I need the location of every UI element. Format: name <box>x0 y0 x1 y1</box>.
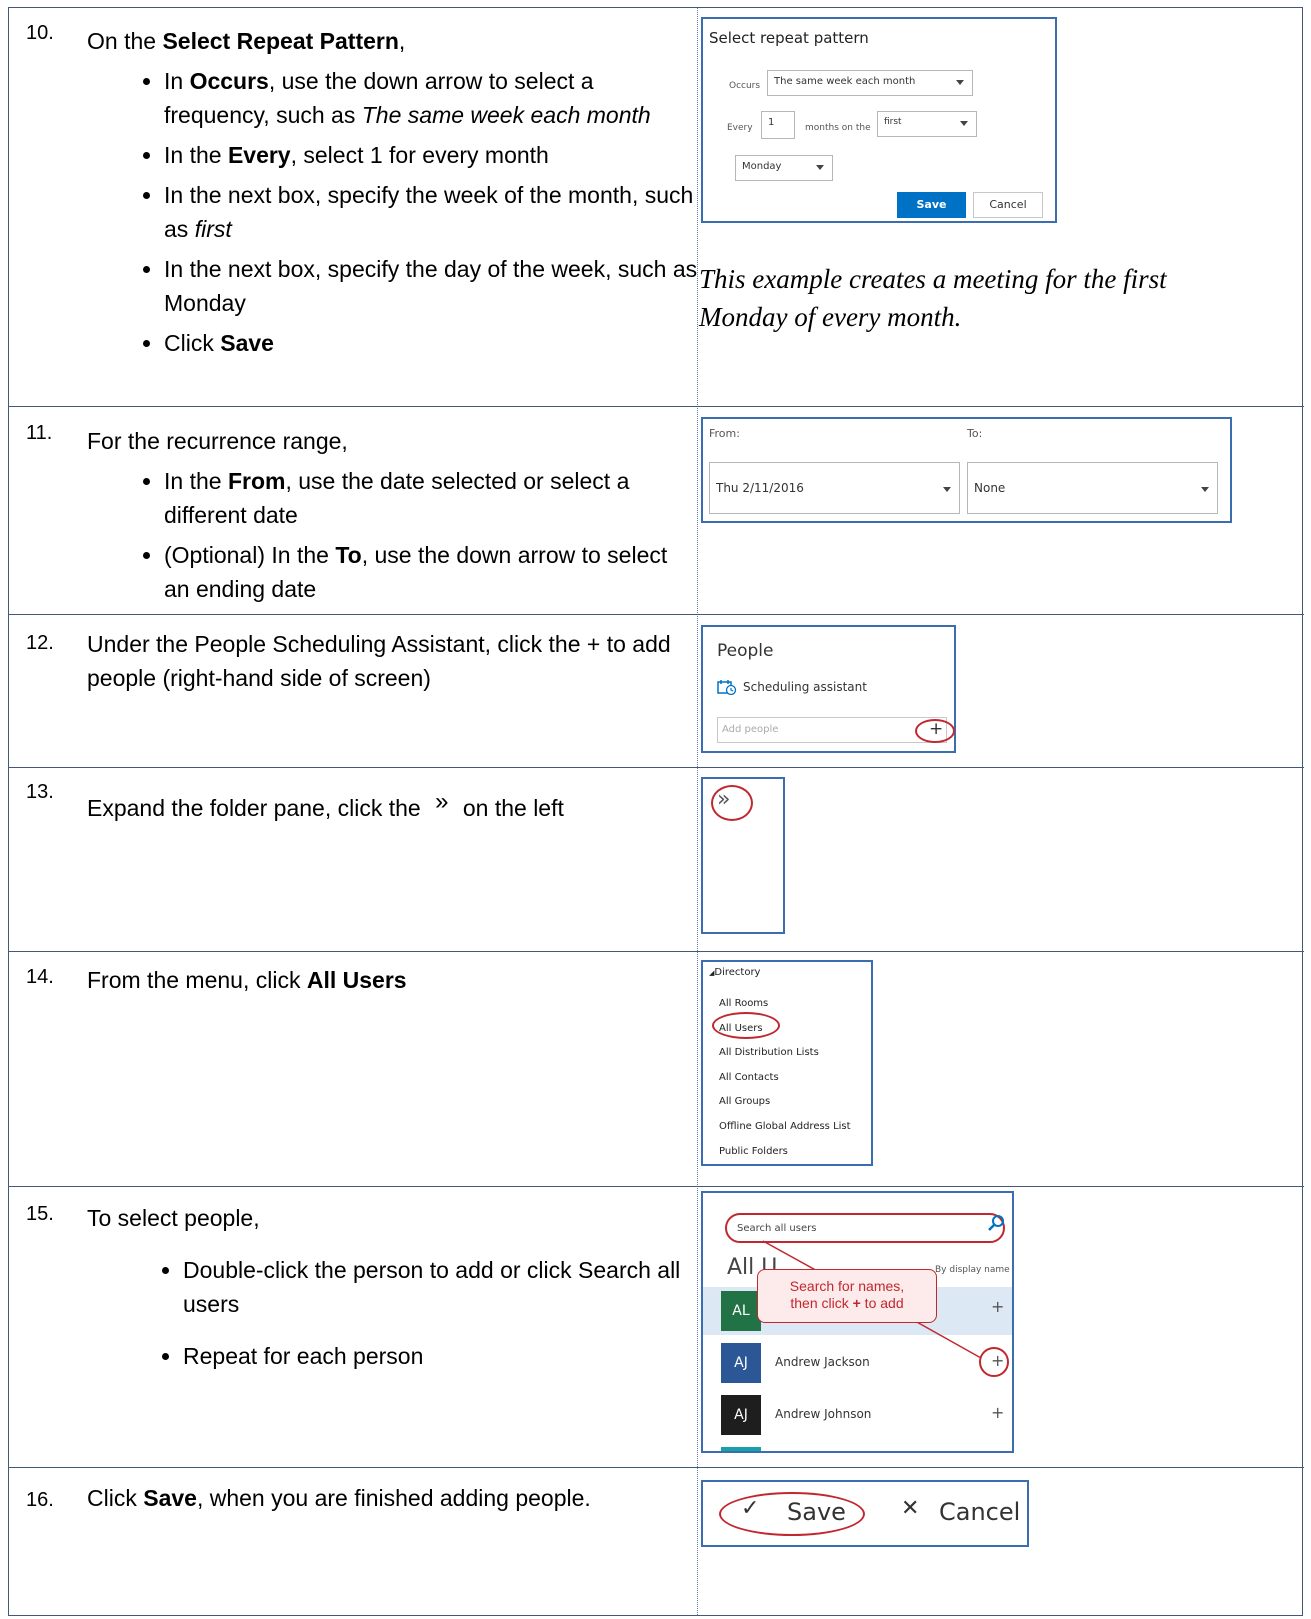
step-16-text: Click Save, when you are finished adding… <box>87 1485 591 1511</box>
row-divider <box>9 614 1304 615</box>
bullet: Double-click the person to add or click … <box>183 1253 699 1321</box>
occurs-select[interactable]: The same week each month <box>767 70 973 96</box>
example-note: This example creates a meeting for the f… <box>699 264 1167 332</box>
chevron-down-icon <box>1201 487 1209 492</box>
day-select[interactable]: Monday <box>735 155 833 181</box>
cancel-button[interactable]: Cancel <box>939 1498 1020 1526</box>
months-on-the-label: months on the <box>805 123 871 133</box>
steps-table: 10. On the Select Repeat Pattern, In Occ… <box>8 7 1304 1616</box>
chevron-down-icon <box>943 487 951 492</box>
folder-pane-collapsed: » <box>701 777 785 934</box>
row-divider <box>9 1467 1304 1468</box>
step-lead: On the Select Repeat Pattern, <box>87 28 406 54</box>
bullet: Click Save <box>164 326 699 360</box>
calendar-icon <box>717 679 737 696</box>
week-select[interactable]: first <box>877 111 977 137</box>
to-label: To: <box>967 427 983 440</box>
bullet: In the next box, specify the day of the … <box>164 252 699 320</box>
directory-item[interactable]: All Groups <box>719 1090 851 1115</box>
bullet: In the From, use the date selected or se… <box>164 464 699 532</box>
dialog-title: Select repeat pattern <box>709 29 869 47</box>
directory-item[interactable]: All Distribution Lists <box>719 1041 851 1066</box>
bullet: (Optional) In the To, use the down arrow… <box>164 538 699 606</box>
step-14-text: From the menu, click All Users <box>87 967 407 993</box>
row-divider <box>9 767 1304 768</box>
highlight-oval <box>711 785 753 821</box>
step-bullets: In the From, use the date selected or se… <box>87 464 699 606</box>
repeat-pattern-dialog: Select repeat pattern Occurs The same we… <box>701 17 1057 223</box>
close-icon: ✕ <box>901 1496 920 1521</box>
step-number: 16. <box>26 1489 54 1511</box>
from-label: From: <box>709 427 740 440</box>
step-number: 11. <box>26 422 53 444</box>
from-date-select[interactable]: Thu 2/11/2016 <box>709 462 960 514</box>
step-lead: For the recurrence range, <box>87 428 348 454</box>
step-number: 14. <box>26 966 54 988</box>
bullet: In Occurs, use the down arrow to select … <box>164 64 699 132</box>
bullet: In the Every, select 1 for every month <box>164 138 699 172</box>
step-number: 12. <box>26 632 54 654</box>
highlight-oval <box>712 1012 780 1039</box>
save-button[interactable]: Save <box>897 192 966 218</box>
step-lead: To select people, <box>87 1205 260 1231</box>
chevron-down-icon <box>816 165 824 170</box>
step-15-instructions: To select people, Double-click the perso… <box>87 1201 699 1391</box>
save-cancel-toolbar: ✓ Save ✕ Cancel <box>701 1480 1029 1547</box>
directory-item[interactable]: All Contacts <box>719 1066 851 1091</box>
occurs-label: Occurs <box>729 81 761 91</box>
step-bullets: Double-click the person to add or click … <box>87 1253 699 1373</box>
step-12-text: Under the People Scheduling Assistant, c… <box>87 631 671 691</box>
all-users-panel: Search all users All Users By display na… <box>701 1191 1014 1453</box>
bullet: In the next box, specify the week of the… <box>164 178 699 246</box>
directory-item[interactable]: Public Folders <box>719 1140 851 1165</box>
step-number: 10. <box>26 22 54 44</box>
row-divider <box>9 1186 1304 1187</box>
recurrence-range-panel: From: To: Thu 2/11/2016 None <box>701 417 1232 523</box>
directory-item[interactable]: Offline Global Address List <box>719 1115 851 1140</box>
to-date-select[interactable]: None <box>967 462 1218 514</box>
callout-tooltip: Search for names, then click + to add <box>757 1269 937 1323</box>
bullet: Repeat for each person <box>183 1339 699 1373</box>
cancel-button[interactable]: Cancel <box>973 192 1043 218</box>
add-people-input[interactable]: Add people <box>717 717 947 743</box>
scheduling-assistant-link[interactable]: Scheduling assistant <box>743 680 867 694</box>
directory-menu: ◢Directory All Rooms All Users All Distr… <box>701 960 873 1166</box>
chevron-down-icon <box>956 80 964 85</box>
row-divider <box>9 406 1304 407</box>
people-title: People <box>717 641 774 661</box>
step-11-instructions: For the recurrence range, In the From, u… <box>87 424 699 612</box>
highlight-oval <box>719 1492 865 1536</box>
step-bullets: In Occurs, use the down arrow to select … <box>87 64 699 360</box>
step-10-instructions: On the Select Repeat Pattern, In Occurs,… <box>87 24 699 366</box>
chevron-down-icon <box>960 121 968 126</box>
step-13-text: Expand the folder pane, click the » on t… <box>87 788 564 821</box>
highlight-oval <box>915 719 955 743</box>
directory-header[interactable]: ◢Directory <box>709 967 760 978</box>
every-input[interactable]: 1 <box>761 111 795 139</box>
row-divider <box>9 951 1304 952</box>
step-number: 15. <box>26 1203 54 1225</box>
expand-pane-icon: » <box>435 788 449 815</box>
every-label: Every <box>727 123 753 133</box>
people-panel: People Scheduling assistant Add people + <box>701 625 956 753</box>
step-number: 13. <box>26 781 54 803</box>
